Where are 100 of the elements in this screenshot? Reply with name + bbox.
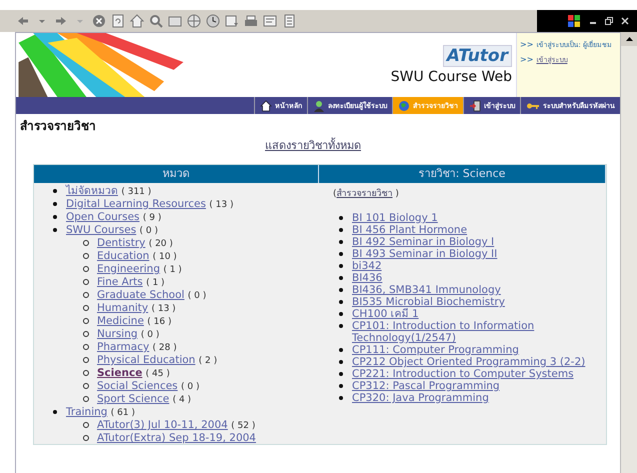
windows-logo-icon bbox=[567, 14, 581, 28]
refresh-icon[interactable] bbox=[111, 14, 125, 28]
show-all-courses-link[interactable]: แสดงรายวิชาทั้งหมด bbox=[265, 136, 361, 154]
category-link[interactable]: Nursing bbox=[97, 328, 138, 340]
course-count: ( 0 ) bbox=[140, 330, 160, 340]
course-link[interactable]: BI535 Microbial Biochemistry bbox=[352, 296, 505, 308]
category-link[interactable]: ATutor(3) Jul 10-11, 2004 bbox=[97, 419, 228, 431]
page-title: สำรวจรายวิชา bbox=[20, 118, 97, 135]
course-count: ( 9 ) bbox=[142, 213, 162, 223]
course-link[interactable]: CP212 Object Oriented Programming 3 (2-2) bbox=[352, 356, 586, 368]
globe-icon bbox=[398, 100, 410, 112]
bullet-icon bbox=[339, 240, 343, 244]
circle-bullet-icon bbox=[83, 383, 89, 389]
course-link[interactable]: CP101: Introduction to Information Technology(1/2547) bbox=[352, 320, 602, 344]
history-icon[interactable] bbox=[206, 14, 220, 28]
course-link[interactable]: CP312: Pascal Programming bbox=[352, 380, 500, 392]
circle-bullet-icon bbox=[83, 396, 89, 402]
category-link[interactable]: Science bbox=[97, 367, 142, 379]
circle-bullet-icon bbox=[83, 292, 89, 298]
category-link[interactable]: Physical Education bbox=[97, 354, 196, 366]
printer-icon[interactable] bbox=[244, 14, 258, 28]
bullet-icon bbox=[339, 288, 343, 292]
restore-icon[interactable] bbox=[605, 17, 613, 25]
category-link[interactable]: Fine Arts bbox=[97, 276, 143, 288]
stop-icon[interactable] bbox=[92, 14, 106, 28]
circle-bullet-icon bbox=[83, 344, 89, 350]
document-icon[interactable] bbox=[282, 14, 296, 28]
category-link[interactable]: ไม่จัดหมวด bbox=[66, 185, 118, 197]
course-count: ( 1 ) bbox=[146, 278, 165, 288]
column-header: หมวด bbox=[34, 165, 319, 183]
bullet-icon bbox=[339, 372, 343, 376]
course-count: ( 0 ) bbox=[188, 291, 206, 301]
search-icon[interactable] bbox=[149, 14, 163, 28]
column-header: รายวิชา: Science bbox=[319, 165, 606, 183]
category-link[interactable]: Pharmacy bbox=[97, 341, 150, 353]
circle-bullet-icon bbox=[83, 422, 89, 428]
course-count: ( 61 ) bbox=[110, 408, 135, 418]
course-count: ( 13 ) bbox=[151, 304, 176, 314]
course-link[interactable]: CP111: Computer Programming bbox=[352, 344, 519, 356]
category-link[interactable]: ATutor(Extra) Sep 18-19, 2004 bbox=[97, 432, 256, 444]
person-icon bbox=[313, 100, 325, 112]
course-count: ( 28 ) bbox=[152, 343, 177, 353]
circle-bullet-icon bbox=[83, 357, 89, 363]
course-link[interactable]: CP221: Introduction to Computer Systems bbox=[352, 368, 574, 380]
course-link[interactable]: BI436, SMB341 Immunology bbox=[352, 284, 501, 296]
browse-courses-link[interactable]: สำรวจรายวิชา bbox=[336, 189, 393, 199]
course-link[interactable]: CH100 เคมี 1 bbox=[352, 308, 419, 320]
category-link[interactable]: Training bbox=[66, 406, 108, 418]
close-icon[interactable] bbox=[621, 17, 629, 25]
course-link[interactable]: BI 492 Seminar in Biology I bbox=[352, 236, 494, 248]
paren-text: ) bbox=[395, 189, 399, 199]
arrow-prefix: >> bbox=[520, 55, 534, 64]
course-link[interactable]: BI 456 Plant Hormone bbox=[352, 224, 468, 236]
back-arrow-icon[interactable] bbox=[16, 14, 30, 28]
course-count: ( 2 ) bbox=[198, 356, 218, 366]
bullet-icon bbox=[53, 202, 57, 206]
bullet-icon bbox=[339, 252, 343, 256]
edit-icon[interactable] bbox=[263, 14, 277, 28]
course-link[interactable]: CP320: Java Programming bbox=[352, 392, 489, 404]
category-link[interactable]: Dentistry bbox=[97, 237, 146, 249]
category-link[interactable]: Graduate School bbox=[97, 289, 184, 301]
bullet-icon bbox=[339, 324, 343, 328]
category-link[interactable]: Humanity bbox=[97, 302, 148, 314]
atutor-logo: ATutor bbox=[442, 45, 512, 67]
home-icon[interactable] bbox=[130, 14, 144, 28]
bullet-icon bbox=[339, 360, 343, 364]
globe-icon[interactable] bbox=[187, 14, 201, 28]
course-count: ( 1 ) bbox=[163, 265, 182, 275]
home-icon bbox=[260, 100, 272, 112]
bullet-icon bbox=[339, 264, 343, 268]
course-count: ( 16 ) bbox=[147, 317, 172, 327]
scroll-up-icon[interactable] bbox=[626, 37, 632, 41]
circle-bullet-icon bbox=[83, 331, 89, 337]
category-link[interactable]: Digital Learning Resources bbox=[66, 198, 206, 210]
category-link[interactable]: Open Courses bbox=[66, 211, 140, 223]
course-link[interactable]: BI 101 Biology 1 bbox=[352, 212, 438, 224]
bullet-icon bbox=[53, 228, 57, 232]
key-icon bbox=[526, 100, 540, 110]
arrow-prefix: >> bbox=[520, 40, 534, 49]
scrollbar[interactable] bbox=[620, 32, 637, 473]
bullet-icon bbox=[339, 228, 343, 232]
circle-bullet-icon bbox=[83, 305, 89, 311]
bullet-icon bbox=[339, 216, 343, 220]
circle-bullet-icon bbox=[83, 253, 89, 259]
category-link[interactable]: SWU Courses bbox=[66, 224, 136, 236]
door-icon bbox=[469, 100, 481, 112]
category-link[interactable]: Sport Science bbox=[97, 393, 170, 405]
category-link[interactable]: Social Sciences bbox=[97, 380, 178, 392]
category-link[interactable]: Engineering bbox=[97, 263, 160, 275]
course-count: ( 20 ) bbox=[148, 239, 173, 249]
forward-arrow-icon[interactable] bbox=[54, 14, 68, 28]
course-link[interactable]: BI 493 Seminar in Biology II bbox=[352, 248, 498, 260]
site-name: SWU Course Web bbox=[390, 69, 512, 85]
category-link[interactable]: Education bbox=[97, 250, 150, 262]
course-link[interactable]: BI436 bbox=[352, 272, 382, 284]
course-link[interactable]: bi342 bbox=[352, 260, 382, 272]
circle-bullet-icon bbox=[83, 435, 89, 441]
category-link[interactable]: Medicine bbox=[97, 315, 144, 327]
bullet-icon bbox=[339, 396, 343, 400]
bullet-icon bbox=[339, 300, 343, 304]
